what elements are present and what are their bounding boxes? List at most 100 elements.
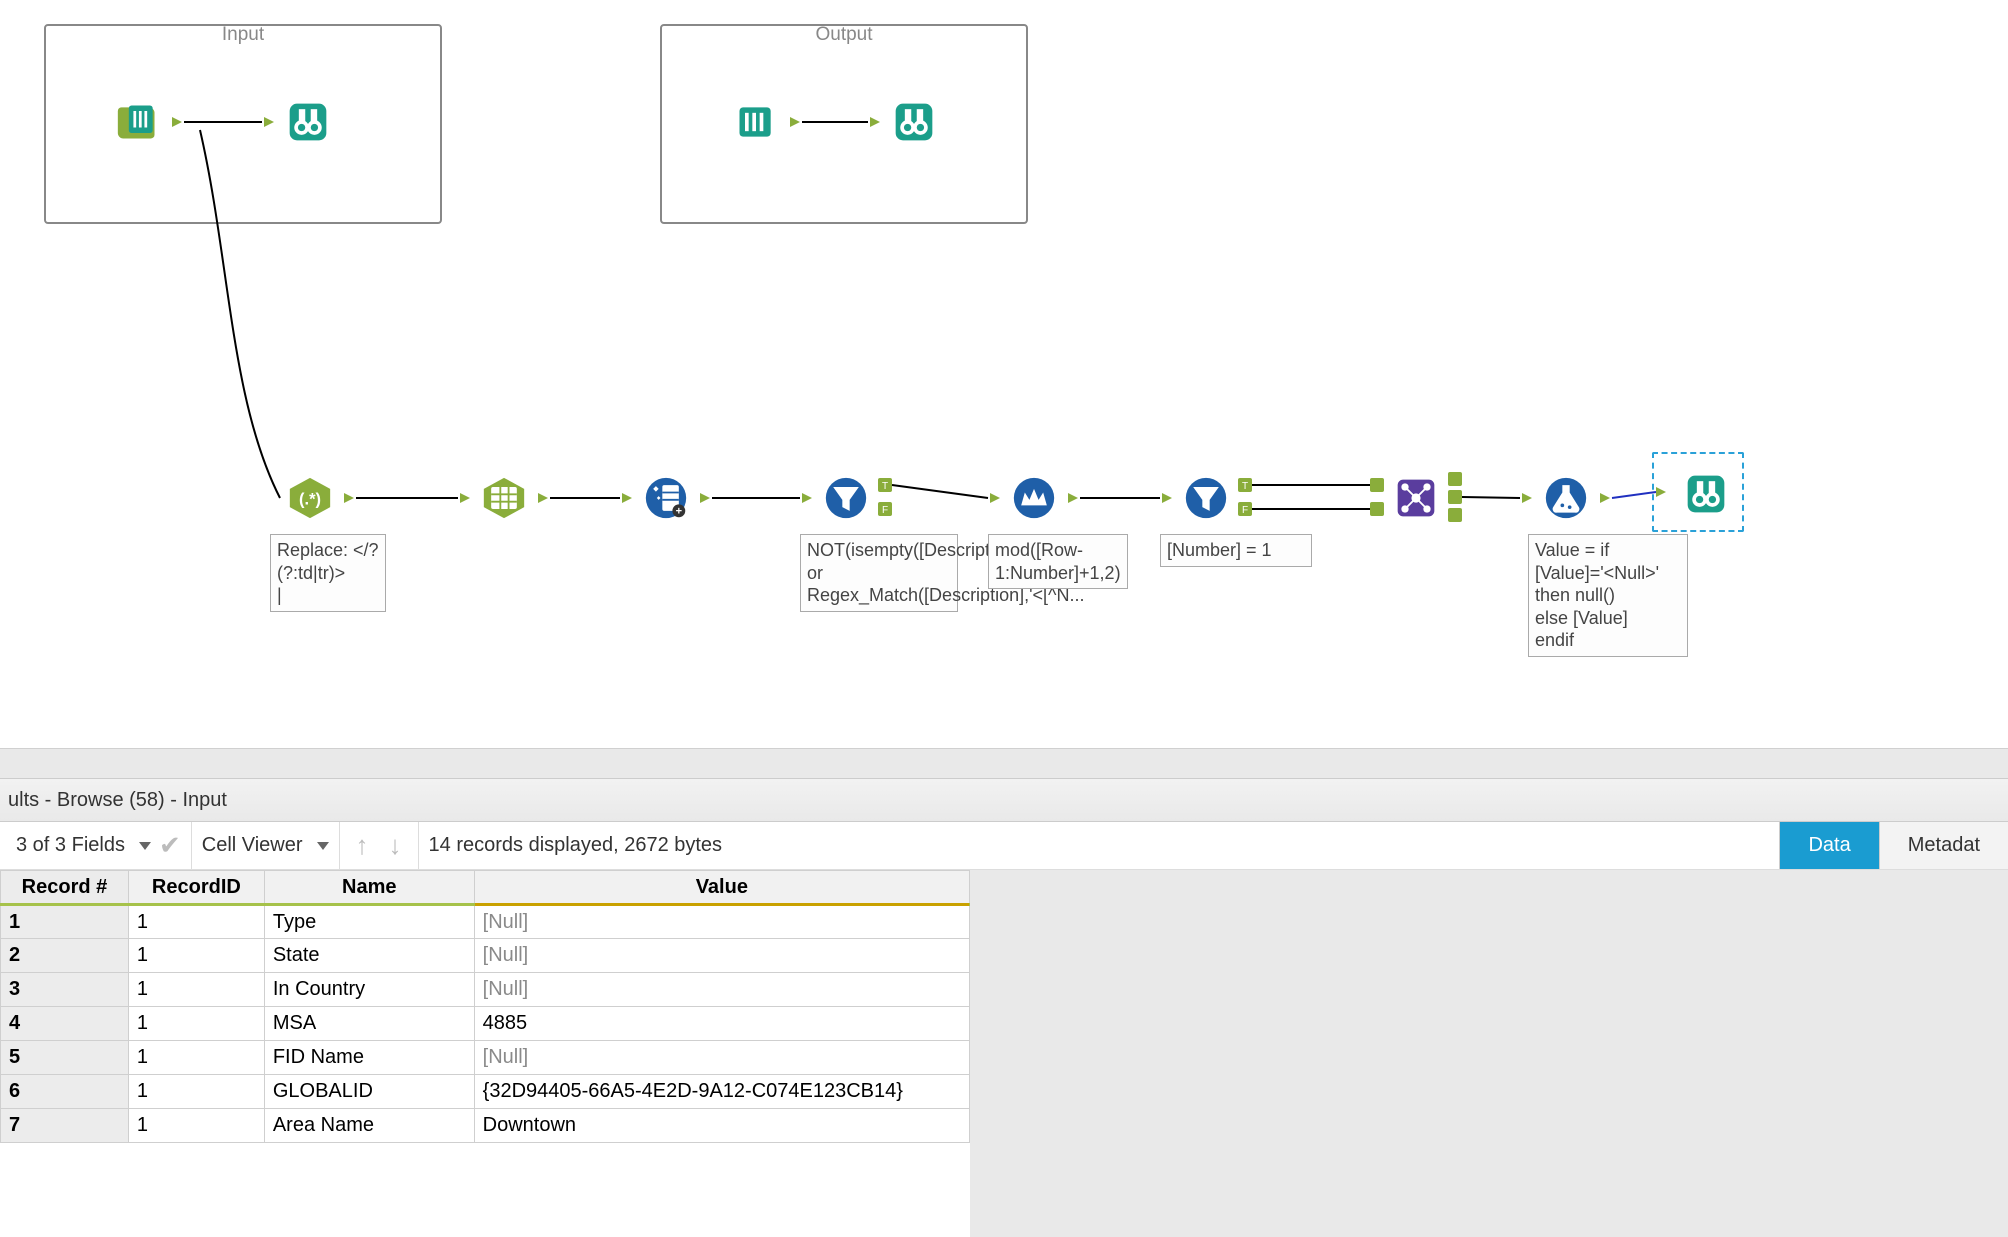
cell-recordid[interactable]: 1 <box>128 1041 264 1075</box>
row-number[interactable]: 6 <box>1 1075 129 1109</box>
filter1-in-anchor[interactable] <box>800 491 814 505</box>
multirow-formula-tool[interactable] <box>1004 468 1064 528</box>
join-out2-anchor[interactable] <box>1448 490 1462 504</box>
multirow-out-anchor[interactable] <box>1066 491 1080 505</box>
formula-in-anchor[interactable] <box>1520 491 1534 505</box>
row-number[interactable]: 2 <box>1 939 129 973</box>
browse-output-in-anchor[interactable] <box>868 115 882 129</box>
filter1-annotation: NOT(isempty([Description]) or Regex_Matc… <box>800 534 958 612</box>
output-container[interactable]: Output <box>660 24 1028 224</box>
cell-viewer-dropdown[interactable]: Cell Viewer <box>192 822 340 869</box>
browse-output-tool[interactable] <box>884 92 944 152</box>
row-number[interactable]: 1 <box>1 905 129 939</box>
cell-value[interactable]: Downtown <box>474 1109 969 1143</box>
cell-name[interactable]: FID Name <box>264 1041 474 1075</box>
cell-recordid[interactable]: 1 <box>128 1007 264 1041</box>
checkmark-icon: ✔ <box>159 830 181 861</box>
cleanse-in-anchor[interactable] <box>620 491 634 505</box>
table-row[interactable]: 71Area NameDowntown <box>1 1109 970 1143</box>
browse-input-tool[interactable] <box>278 92 338 152</box>
row-number[interactable]: 3 <box>1 973 129 1007</box>
filter2-true-anchor[interactable]: T <box>1238 478 1252 492</box>
browse-input-in-anchor[interactable] <box>262 115 276 129</box>
regex-out-anchor[interactable] <box>342 491 356 505</box>
data-cleansing-tool[interactable]: + <box>636 468 696 528</box>
filter2-false-anchor[interactable]: F <box>1238 502 1252 516</box>
join-in-l-anchor[interactable] <box>1370 478 1384 492</box>
join-out3-anchor[interactable] <box>1448 508 1462 522</box>
arrow-up-icon[interactable]: ↑ <box>350 830 375 861</box>
panel-separator[interactable] <box>0 748 2008 778</box>
browse-final-selection[interactable] <box>1652 452 1744 532</box>
macro-output-tool[interactable] <box>726 92 786 152</box>
cell-value[interactable]: [Null] <box>474 1041 969 1075</box>
cell-name[interactable]: State <box>264 939 474 973</box>
cell-recordid[interactable]: 1 <box>128 939 264 973</box>
cell-value[interactable]: 4885 <box>474 1007 969 1041</box>
status-seg: 14 records displayed, 2672 bytes <box>419 822 733 869</box>
col-header-value[interactable]: Value <box>474 871 969 905</box>
cell-recordid[interactable]: 1 <box>128 905 264 939</box>
col-header-name[interactable]: Name <box>264 871 474 905</box>
filter2-in-anchor[interactable] <box>1160 491 1174 505</box>
cell-viewer-label: Cell Viewer <box>202 834 303 857</box>
svg-text:+: + <box>676 506 682 518</box>
table-row[interactable]: 31In Country[Null] <box>1 973 970 1007</box>
results-title-bar: ults - Browse (58) - Input <box>0 778 2008 822</box>
results-grid[interactable]: Record # RecordID Name Value 11Type[Null… <box>0 870 970 1143</box>
macro-input-out-anchor[interactable] <box>170 115 184 129</box>
macro-input-tool[interactable] <box>108 92 168 152</box>
cell-recordid[interactable]: 1 <box>128 973 264 1007</box>
cell-name[interactable]: MSA <box>264 1007 474 1041</box>
row-number[interactable]: 4 <box>1 1007 129 1041</box>
filter1-tool[interactable] <box>816 468 876 528</box>
arrow-down-icon[interactable]: ↓ <box>383 830 408 861</box>
cell-name[interactable]: In Country <box>264 973 474 1007</box>
formula-tool[interactable] <box>1536 468 1596 528</box>
cell-name[interactable]: GLOBALID <box>264 1075 474 1109</box>
results-toolbar: 3 of 3 Fields ✔ Cell Viewer ↑ ↓ 14 recor… <box>0 822 2008 870</box>
table-row[interactable]: 51FID Name[Null] <box>1 1041 970 1075</box>
tab-metadata[interactable]: Metadat <box>1879 822 2008 869</box>
crosstab-tool[interactable] <box>1386 468 1446 528</box>
table-row[interactable]: 61GLOBALID{32D94405-66A5-4E2D-9A12-C074E… <box>1 1075 970 1109</box>
cleanse-out-anchor[interactable] <box>698 491 712 505</box>
browse-final-tool[interactable] <box>1676 464 1736 524</box>
cell-value[interactable]: {32D94405-66A5-4E2D-9A12-C074E123CB14} <box>474 1075 969 1109</box>
formula-out-anchor[interactable] <box>1598 491 1612 505</box>
svg-text:F: F <box>1242 505 1248 516</box>
cell-name[interactable]: Area Name <box>264 1109 474 1143</box>
cell-name[interactable]: Type <box>264 905 474 939</box>
cell-value[interactable]: [Null] <box>474 905 969 939</box>
col-header-recordid[interactable]: RecordID <box>128 871 264 905</box>
table-row[interactable]: 11Type[Null] <box>1 905 970 939</box>
row-number[interactable]: 7 <box>1 1109 129 1143</box>
filter1-false-anchor[interactable]: F <box>878 502 892 516</box>
t2c-in-anchor[interactable] <box>458 491 472 505</box>
cell-value[interactable]: [Null] <box>474 939 969 973</box>
output-container-title: Output <box>815 24 872 46</box>
fields-dropdown[interactable]: 3 of 3 Fields ✔ <box>6 822 192 869</box>
filter2-tool[interactable] <box>1176 468 1236 528</box>
browse-final-in-anchor[interactable] <box>1654 485 1668 499</box>
t2c-out-anchor[interactable] <box>536 491 550 505</box>
tab-data[interactable]: Data <box>1779 822 1878 869</box>
results-gutter <box>970 870 2008 1237</box>
input-container[interactable]: Input <box>44 24 442 224</box>
cell-value[interactable]: [Null] <box>474 973 969 1007</box>
join-in-r-anchor[interactable] <box>1370 502 1384 516</box>
workflow-canvas[interactable]: Input Output (.*) Replace: </?(?:td|tr)>… <box>0 0 2008 748</box>
table-row[interactable]: 21State[Null] <box>1 939 970 973</box>
join-out1-anchor[interactable] <box>1448 472 1462 486</box>
table-row[interactable]: 41MSA4885 <box>1 1007 970 1041</box>
col-header-recordnum[interactable]: Record # <box>1 871 129 905</box>
cell-recordid[interactable]: 1 <box>128 1109 264 1143</box>
filter1-true-anchor[interactable]: T <box>878 478 892 492</box>
multirow-in-anchor[interactable] <box>988 491 1002 505</box>
sort-arrows: ↑ ↓ <box>340 822 419 869</box>
row-number[interactable]: 5 <box>1 1041 129 1075</box>
text-to-columns-tool[interactable] <box>474 468 534 528</box>
cell-recordid[interactable]: 1 <box>128 1075 264 1109</box>
macro-output-out-anchor[interactable] <box>788 115 802 129</box>
regex-tool[interactable]: (.*) <box>280 468 340 528</box>
